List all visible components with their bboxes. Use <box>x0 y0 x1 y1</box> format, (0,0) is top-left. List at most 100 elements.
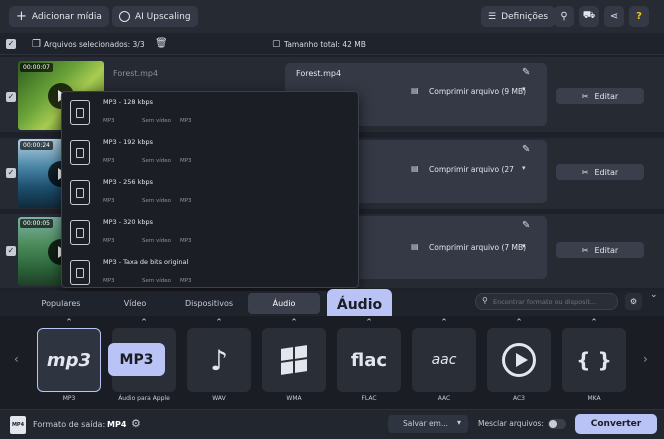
file-checkbox[interactable]: ✓ <box>6 168 16 178</box>
ac3-play-icon <box>502 343 536 377</box>
mp3-icon: mp3 <box>46 349 92 371</box>
compress-icon: ▤ <box>411 164 419 173</box>
chevron-down-icon[interactable]: ▾ <box>522 164 526 172</box>
audio-file-icon <box>70 180 90 205</box>
file-checkbox[interactable]: ✓ <box>6 92 16 102</box>
audio-file-icon <box>70 140 90 165</box>
audio-file-icon <box>70 220 90 245</box>
selection-bar: ✓ ❐ Arquivos selecionados: 3/3 🗑 ▢ Taman… <box>0 33 664 55</box>
bottom-bar: MP4 Formato de saída: MP4 ⚙ Salvar em...… <box>0 409 664 439</box>
plus-icon: + <box>16 9 27 24</box>
chevron-up-icon[interactable]: ⌃ <box>412 318 476 328</box>
mka-icon: { } <box>576 348 612 372</box>
format-label: AAC <box>437 395 451 402</box>
format-tile-ac3[interactable] <box>487 328 551 392</box>
format-label: WAV <box>212 395 226 402</box>
total-size: Tamanho total: 42 MB <box>284 40 366 49</box>
chevron-left-icon[interactable]: ‹ <box>14 352 19 366</box>
preset-item[interactable]: MP3 - 256 kbps MP3 Sem vídeo MP3 <box>70 175 352 211</box>
chevron-down-icon[interactable]: ▾ <box>522 85 526 93</box>
duration-badge: 00:00:24 <box>20 141 53 150</box>
tab-dispositivos[interactable]: Dispositivos <box>175 293 243 314</box>
output-format-icon: MP4 <box>10 416 26 434</box>
output-format-value[interactable]: MP4 <box>107 420 126 429</box>
settings-sliders-icon: ☰ <box>488 11 497 22</box>
chevron-up-icon[interactable]: ⌃ <box>337 318 401 328</box>
compress-icon: ▤ <box>411 86 419 95</box>
file-size-icon: ▢ <box>272 39 281 49</box>
aac-icon: aac <box>431 352 457 368</box>
format-tile-mka[interactable]: { } <box>562 328 626 392</box>
format-label: FLAC <box>361 395 377 402</box>
tab-populares[interactable]: Populares <box>27 293 95 314</box>
chevron-up-icon[interactable]: ⌃ <box>187 318 251 328</box>
help-icon: ? <box>636 11 642 22</box>
save-in-select[interactable]: Salvar em... ▾ <box>388 415 468 433</box>
rename-pencil-icon[interactable]: ✎ <box>522 144 530 155</box>
edit-button[interactable]: ✂ Editar <box>556 88 644 104</box>
format-tile-wav[interactable]: ♪ <box>187 328 251 392</box>
tab-video[interactable]: Vídeo <box>101 293 169 314</box>
search-button[interactable]: ⚲ <box>554 6 574 27</box>
rename-pencil-icon[interactable]: ✎ <box>522 67 530 78</box>
mp3-callout: MP3 <box>108 343 165 376</box>
compress-icon: ▤ <box>411 242 419 251</box>
rename-pencil-icon[interactable]: ✎ <box>522 220 530 231</box>
format-tile-wma[interactable] <box>262 328 326 392</box>
share-button[interactable]: ⋖ <box>604 6 624 27</box>
compress-option[interactable]: Comprimir arquivo (9 MB) <box>429 87 526 96</box>
search-icon: ⚲ <box>560 11 568 22</box>
preset-item[interactable]: MP3 - 320 kbps MP3 Sem vídeo MP3 <box>70 215 352 251</box>
compress-option[interactable]: Comprimir arquivo (27 <box>429 165 514 174</box>
file-name: Forest.mp4 <box>113 69 159 78</box>
ai-upscaling-button[interactable]: AI Upscaling <box>112 6 198 27</box>
merge-files-toggle[interactable] <box>548 419 566 429</box>
chevron-up-icon[interactable]: ⌃ <box>562 318 626 328</box>
file-checkbox[interactable]: ✓ <box>6 246 16 256</box>
chevron-right-icon[interactable]: › <box>643 352 648 366</box>
edit-button[interactable]: ✂ Editar <box>556 164 644 180</box>
merge-files-label: Mesclar arquivos: <box>478 419 544 428</box>
preset-item[interactable]: MP3 - Taxa de bits original MP3 Sem víde… <box>70 255 352 291</box>
preset-item[interactable]: MP3 - 128 kbps MP3 Sem vídeo MP3 <box>70 95 352 131</box>
format-settings-button[interactable]: ⚙ <box>625 293 642 310</box>
format-label: AC3 <box>512 395 525 402</box>
chevron-down-icon: ▾ <box>457 418 462 427</box>
tab-audio[interactable]: Áudio <box>248 293 320 314</box>
chevron-up-icon[interactable]: ⌃ <box>37 318 101 328</box>
gear-icon: ⚙ <box>629 297 638 306</box>
trash-icon[interactable]: 🗑 <box>155 38 168 49</box>
format-tile-flac[interactable]: flac <box>337 328 401 392</box>
settings-button[interactable]: ☰ Definições <box>481 6 556 27</box>
search-placeholder: Encontrar formato ou disposit... <box>493 298 597 306</box>
format-tile-aac[interactable]: aac <box>412 328 476 392</box>
share-icon: ⋖ <box>609 11 619 22</box>
format-tile-mp3[interactable]: mp3 <box>37 328 101 392</box>
help-button[interactable]: ? <box>629 6 649 27</box>
format-search-input[interactable]: ⚲ Encontrar formato ou disposit... <box>475 293 618 310</box>
chevron-down-icon[interactable]: ▾ <box>522 242 526 250</box>
select-all-checkbox[interactable]: ✓ <box>6 39 16 49</box>
scissors-icon: ✂ <box>581 167 589 177</box>
flac-icon: flac <box>350 349 388 371</box>
gear-icon[interactable]: ⚙ <box>131 417 141 430</box>
selected-count: Arquivos selecionados: 3/3 <box>44 40 145 49</box>
compress-option[interactable]: Comprimir arquivo (7 MB) <box>429 243 526 252</box>
files-icon: ❐ <box>32 39 41 50</box>
chevron-up-icon[interactable]: ⌃ <box>112 318 176 328</box>
format-label: MP3 <box>62 395 76 402</box>
duration-badge: 00:00:05 <box>20 219 53 228</box>
chevron-up-icon[interactable]: ⌃ <box>262 318 326 328</box>
duration-badge: 00:00:07 <box>20 63 53 72</box>
preset-item[interactable]: MP3 - 192 kbps MP3 Sem vídeo MP3 <box>70 135 352 171</box>
audio-file-icon <box>70 100 90 125</box>
convert-button[interactable]: Converter <box>575 414 657 434</box>
output-file-name: Forest.mp4 <box>296 69 342 78</box>
add-media-button[interactable]: + Adicionar mídia <box>9 6 109 27</box>
cart-button[interactable]: ⛟ <box>579 6 599 27</box>
collapse-chevron-icon[interactable]: ⌄ <box>650 290 658 300</box>
chevron-up-icon[interactable]: ⌃ <box>487 318 551 328</box>
ai-icon <box>119 11 130 22</box>
scissors-icon: ✂ <box>581 245 589 255</box>
edit-button[interactable]: ✂ Editar <box>556 242 644 258</box>
